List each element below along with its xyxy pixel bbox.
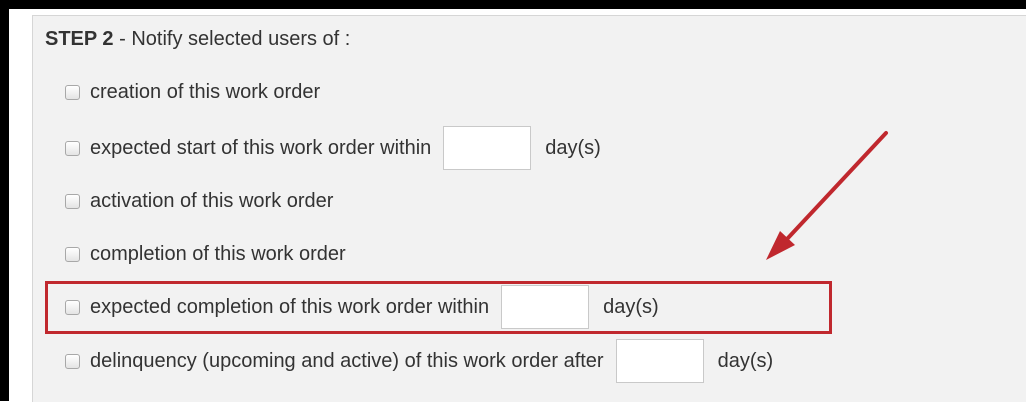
completion-checkbox[interactable] <box>65 246 80 262</box>
delinquency-checkbox[interactable] <box>65 353 80 369</box>
notify-panel: STEP 2 - Notify selected users of : crea… <box>32 15 1026 402</box>
option-delinquency: delinquency (upcoming and active) of thi… <box>65 339 774 383</box>
option-label: completion of this work order <box>90 242 346 265</box>
expected-start-checkbox[interactable] <box>65 140 80 156</box>
option-label: expected completion of this work order w… <box>90 295 490 318</box>
option-creation: creation of this work order <box>65 75 320 109</box>
delinquency-days-input[interactable] <box>615 339 704 383</box>
step-heading: STEP 2 - Notify selected users of : <box>45 28 350 51</box>
expected-completion-days-input[interactable] <box>501 285 590 329</box>
activation-checkbox[interactable] <box>65 193 80 209</box>
step-separator: - <box>113 28 132 50</box>
option-expected-completion: expected completion of this work order w… <box>65 285 659 329</box>
option-completion: completion of this work order <box>65 237 346 271</box>
days-suffix: day(s) <box>717 349 774 372</box>
option-label: delinquency (upcoming and active) of thi… <box>90 349 604 372</box>
expected-completion-checkbox[interactable] <box>65 299 80 315</box>
top-border <box>0 0 1026 9</box>
creation-checkbox[interactable] <box>65 84 80 100</box>
option-activation: activation of this work order <box>65 184 333 218</box>
option-expected-start: expected start of this work order within… <box>65 126 601 170</box>
expected-start-days-input[interactable] <box>443 126 532 170</box>
option-label: expected start of this work order within <box>90 136 432 159</box>
days-suffix: day(s) <box>545 136 601 159</box>
left-border <box>0 0 9 401</box>
option-label: activation of this work order <box>90 189 334 212</box>
days-suffix: day(s) <box>603 295 659 318</box>
step-label: STEP 2 <box>45 28 114 50</box>
option-label: creation of this work order <box>90 80 321 103</box>
step-text: Notify selected users of : <box>131 28 351 50</box>
